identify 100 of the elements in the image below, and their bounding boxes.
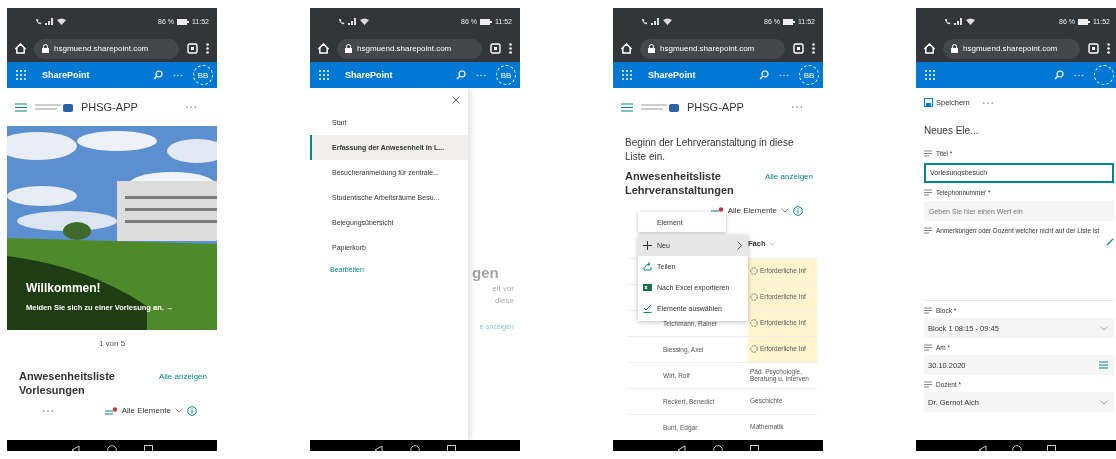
home-icon[interactable] (318, 43, 329, 54)
back-icon[interactable] (978, 444, 988, 451)
share-icon (643, 262, 652, 271)
recents-icon[interactable] (447, 445, 457, 451)
home-button-icon[interactable] (107, 444, 117, 451)
more-icon[interactable] (1107, 43, 1110, 54)
search-icon[interactable] (456, 70, 466, 80)
field-type-icon (924, 344, 932, 351)
menu-icon[interactable] (15, 102, 27, 112)
filter-icon[interactable] (710, 206, 724, 215)
plus-icon (643, 241, 652, 250)
menu-icon[interactable] (621, 102, 633, 112)
signal-icon (348, 18, 357, 25)
phone-icon (641, 18, 648, 25)
site-title[interactable]: PHSG-APP (687, 101, 744, 113)
see-all-link[interactable]: Alle anzeigen (764, 172, 813, 181)
lock-icon (951, 44, 958, 53)
home-button-icon[interactable] (713, 444, 723, 451)
chevron-down-icon (1100, 325, 1108, 331)
home-icon[interactable] (924, 43, 935, 54)
app-launcher-icon[interactable] (319, 70, 329, 80)
field-type-icon (924, 188, 932, 196)
logo-icon (641, 102, 679, 112)
home-button-icon[interactable] (1012, 444, 1022, 451)
calendar-icon (1099, 361, 1108, 369)
address-field[interactable]: hsgmuend.sharepoint.com (943, 38, 1080, 59)
recents-icon[interactable] (750, 445, 760, 451)
app-launcher-icon[interactable] (622, 70, 632, 80)
app-launcher-icon[interactable] (925, 70, 935, 80)
search-icon[interactable] (1054, 70, 1064, 80)
tabs-icon[interactable] (793, 43, 804, 54)
recents-icon[interactable] (144, 445, 154, 451)
tabs-icon[interactable] (1088, 43, 1099, 54)
see-all-link[interactable]: Alle anzeigen (158, 372, 207, 381)
page-text: diese (494, 296, 514, 305)
home-icon[interactable] (15, 43, 26, 54)
address-field[interactable]: hsgmuend.sharepoint.com (640, 38, 785, 59)
address-field[interactable]: hsgmuend.sharepoint.com (34, 38, 179, 59)
field-type-icon (924, 381, 932, 388)
field-type-icon (924, 150, 932, 157)
more-icon[interactable] (509, 43, 512, 54)
view-selector[interactable]: Alle Elemente (727, 206, 777, 215)
pending-icon (750, 319, 758, 327)
view-selector[interactable]: Alle Elemente (121, 406, 171, 415)
wifi-icon (360, 18, 369, 25)
save-icon (924, 98, 933, 107)
section-title: Anwesenheitsliste Lehrveranstaltungen (625, 170, 735, 198)
home-icon[interactable] (621, 43, 632, 54)
close-icon[interactable] (452, 96, 460, 104)
lock-icon (648, 44, 655, 53)
pending-icon (750, 293, 758, 301)
chevron-down-icon (1100, 399, 1108, 405)
slide-counter: 1 von 5 (97, 339, 127, 348)
spreadsheet-icon (643, 283, 652, 292)
recents-icon[interactable] (1046, 445, 1056, 451)
pending-icon (750, 345, 758, 353)
checklist-icon (643, 304, 652, 313)
tabs-icon[interactable] (187, 43, 198, 54)
tabs-icon[interactable] (490, 43, 501, 54)
back-icon[interactable] (70, 444, 80, 451)
lock-icon (42, 44, 49, 53)
search-icon[interactable] (153, 70, 163, 80)
app-title[interactable]: SharePoint (42, 70, 90, 80)
phone-icon (944, 18, 951, 25)
home-button-icon[interactable] (410, 444, 420, 451)
app-title[interactable]: SharePoint (345, 70, 393, 80)
chevron-down-icon[interactable] (175, 408, 183, 413)
address-field[interactable]: hsgmuend.sharepoint.com (337, 38, 482, 59)
signal-icon (954, 18, 963, 25)
phone-icon (35, 18, 42, 25)
intro-text: Beginn der Lehrveranstaltung in diese Liste ein. (624, 136, 795, 164)
more-icon[interactable] (812, 43, 815, 54)
hero-heading: Willkommen! (26, 281, 102, 295)
battery-icon (783, 18, 795, 25)
wifi-icon (663, 18, 672, 25)
phone-icon (338, 18, 345, 25)
field-type-icon (924, 307, 932, 314)
filter-icon[interactable] (104, 406, 118, 415)
pencil-icon (1106, 238, 1114, 246)
battery-icon (177, 18, 189, 25)
info-icon[interactable] (187, 405, 197, 416)
section-title: Anwesenheitsliste Vorlesungen (19, 370, 116, 398)
back-icon[interactable] (373, 444, 383, 451)
signal-icon (45, 18, 54, 25)
more-icon[interactable] (206, 43, 209, 54)
wifi-icon (57, 18, 66, 25)
app-title[interactable]: SharePoint (648, 70, 696, 80)
chevron-down-icon[interactable] (781, 208, 789, 213)
site-title[interactable]: PHSG-APP (81, 101, 138, 113)
back-icon[interactable] (676, 444, 686, 451)
search-icon[interactable] (759, 70, 769, 80)
logo-icon (35, 102, 73, 112)
lock-icon (345, 44, 352, 53)
info-icon[interactable] (793, 205, 803, 216)
form-title: Neues Ele... (923, 124, 980, 138)
chevron-right-icon (737, 241, 742, 250)
field-type-icon (924, 227, 932, 234)
app-launcher-icon[interactable] (16, 70, 26, 80)
pending-icon (750, 267, 758, 275)
battery-icon (480, 18, 492, 25)
